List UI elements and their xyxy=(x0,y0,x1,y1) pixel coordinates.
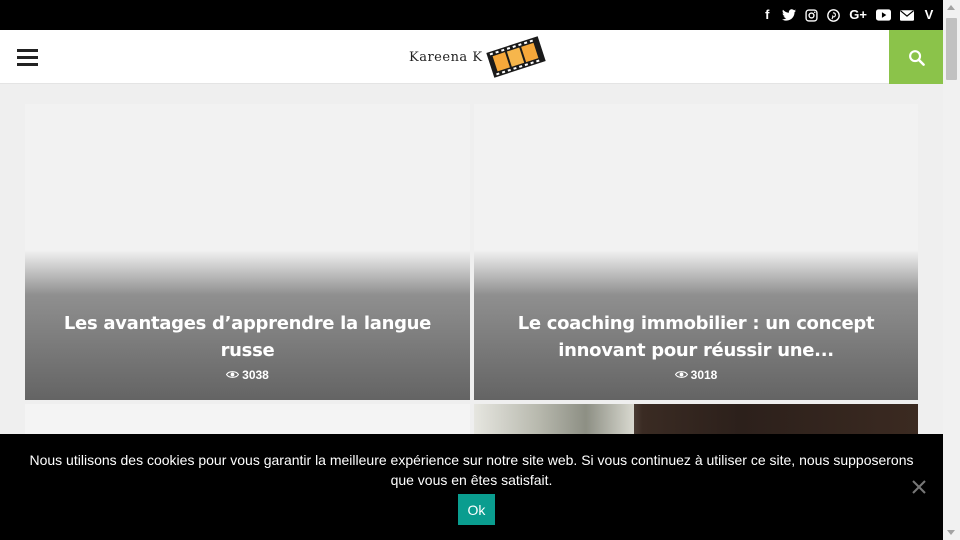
google-plus-icon[interactable]: G+ xyxy=(849,6,867,24)
view-count-value: 3038 xyxy=(242,367,269,382)
menu-icon[interactable] xyxy=(17,49,38,66)
facebook-icon[interactable]: f xyxy=(761,6,773,24)
view-count: 3018 xyxy=(674,367,718,382)
twitter-icon[interactable] xyxy=(782,6,797,24)
search-button[interactable] xyxy=(889,30,943,84)
site-header: Kareena K xyxy=(0,30,943,84)
view-count-value: 3018 xyxy=(690,367,718,382)
eye-icon xyxy=(674,371,688,378)
social-links: f G+ V xyxy=(761,6,935,24)
logo-text: Kareena K xyxy=(409,49,483,65)
eye-icon xyxy=(226,371,240,378)
article-title[interactable]: Le coaching immobilier : un concept inno… xyxy=(494,310,898,364)
page: f G+ V Kareena K Les avantages d’apprend… xyxy=(0,0,960,540)
instagram-icon[interactable] xyxy=(805,6,818,24)
article-card-russian[interactable]: Les avantages d’apprendre la langue russ… xyxy=(25,104,470,400)
view-count: 3038 xyxy=(226,368,269,382)
site-logo[interactable]: Kareena K xyxy=(409,34,547,80)
search-icon xyxy=(908,49,925,66)
scroll-up-arrow[interactable] xyxy=(947,5,955,10)
cookie-message: Nous utilisons des cookies pour vous gar… xyxy=(29,452,914,488)
article-title[interactable]: Les avantages d’apprendre la langue russ… xyxy=(45,310,450,364)
cookie-ok-button[interactable]: Ok xyxy=(458,494,495,525)
cookie-banner: Nous utilisons des cookies pour vous gar… xyxy=(0,434,943,540)
top-social-bar: f G+ V xyxy=(0,0,943,30)
email-icon[interactable] xyxy=(900,6,914,24)
film-strip-icon xyxy=(485,36,546,78)
scroll-down-arrow[interactable] xyxy=(947,530,955,535)
pinterest-icon[interactable] xyxy=(827,6,841,24)
article-card-coaching[interactable]: Le coaching immobilier : un concept inno… xyxy=(474,104,918,400)
youtube-icon[interactable] xyxy=(876,6,891,24)
close-icon[interactable] xyxy=(911,479,927,495)
vertical-scrollbar[interactable] xyxy=(943,0,960,540)
vimeo-icon[interactable]: V xyxy=(923,6,935,24)
scrollbar-thumb[interactable] xyxy=(946,18,957,80)
